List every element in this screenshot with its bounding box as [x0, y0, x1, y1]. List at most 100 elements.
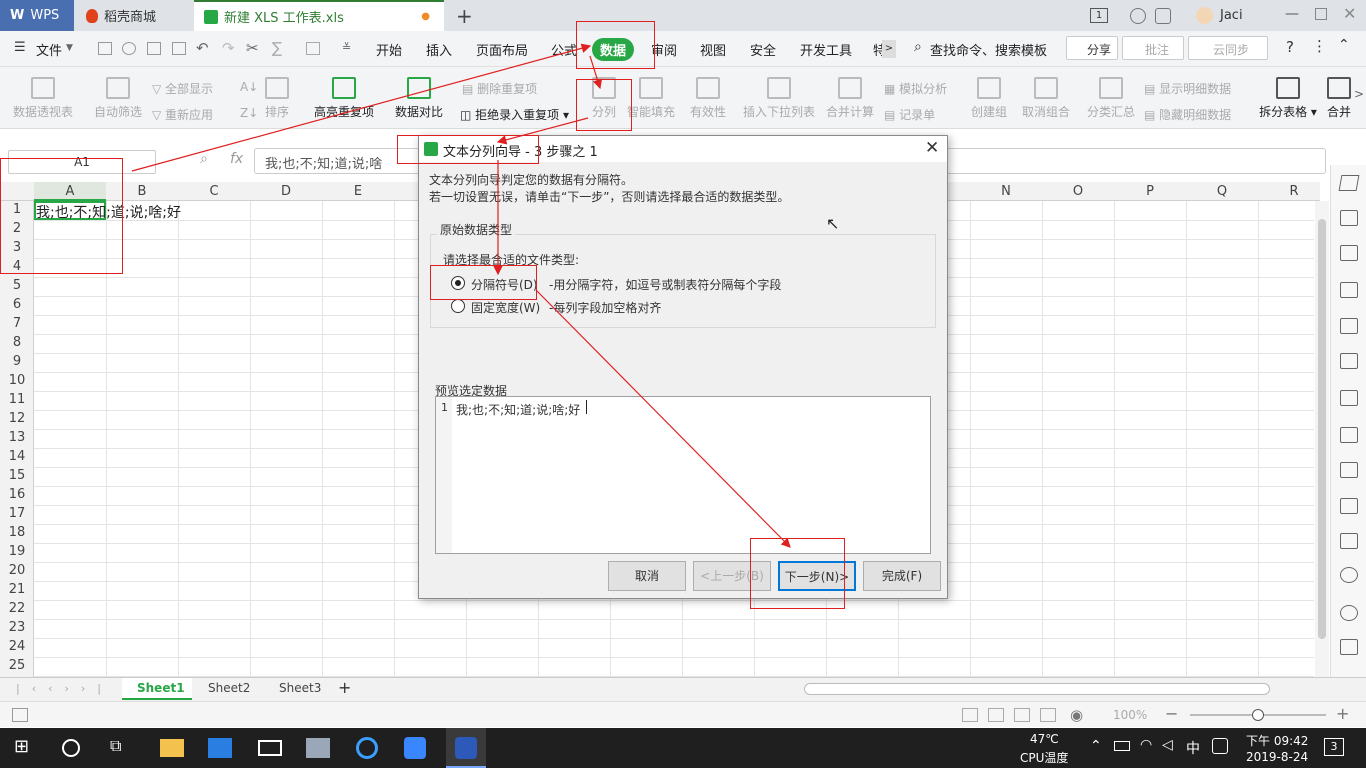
- dialog-close-icon[interactable]: ✕: [925, 138, 939, 158]
- col-header-n[interactable]: N: [970, 184, 1042, 199]
- smartfill-button[interactable]: 智能填充: [626, 77, 676, 120]
- col-header-a[interactable]: A: [34, 184, 106, 199]
- menu-formula[interactable]: 公式: [551, 40, 577, 59]
- page-count-badge[interactable]: 1: [1090, 8, 1108, 23]
- network-app-icon[interactable]: [306, 738, 330, 758]
- sort-desc-icon[interactable]: Z↓: [240, 106, 258, 120]
- tab-wps[interactable]: W WPS: [0, 0, 74, 31]
- row-header[interactable]: 15: [0, 468, 34, 483]
- row-header[interactable]: 5: [0, 278, 34, 293]
- sheet-tab-3[interactable]: Sheet3: [279, 681, 321, 695]
- collapse-ribbon-icon[interactable]: ⌃: [1338, 37, 1350, 53]
- reapply-button[interactable]: ▽ 重新应用: [152, 106, 213, 123]
- sort-button[interactable]: 排序: [262, 77, 292, 120]
- battery-icon[interactable]: [1114, 741, 1130, 751]
- consolidate-button[interactable]: 合并计算: [824, 77, 876, 120]
- row-header[interactable]: 25: [0, 658, 34, 673]
- chart-icon[interactable]: [1340, 390, 1358, 406]
- add-sheet-button[interactable]: +: [338, 678, 351, 697]
- archive-icon[interactable]: [1340, 498, 1358, 514]
- tab-document[interactable]: 新建 XLS 工作表.xls ●: [194, 0, 444, 31]
- col-header-q[interactable]: Q: [1186, 184, 1258, 199]
- showall-button[interactable]: ▽ 全部显示: [152, 80, 213, 97]
- save-icon[interactable]: [98, 42, 112, 55]
- zoom-in-icon[interactable]: +: [1336, 704, 1349, 723]
- help-icon[interactable]: ?: [1286, 38, 1294, 56]
- more-quick-icon[interactable]: ≚: [342, 41, 351, 54]
- fx-icon[interactable]: fx: [230, 151, 243, 167]
- row-header[interactable]: 23: [0, 620, 34, 635]
- menu-insert[interactable]: 插入: [426, 40, 452, 59]
- menu-devtools[interactable]: 开发工具: [800, 40, 852, 59]
- preview-box[interactable]: 1 我;也;不;知;道;说;啥;好: [435, 396, 931, 554]
- next-button[interactable]: 下一步(N)>: [778, 561, 856, 591]
- notes-app-icon[interactable]: [404, 737, 426, 759]
- clock-time[interactable]: 下午 09:42: [1246, 732, 1308, 749]
- split-table-button[interactable]: 拆分表格 ▾: [1254, 77, 1322, 120]
- row-header[interactable]: 4: [0, 259, 34, 274]
- zoom-search-icon[interactable]: ⌕: [200, 151, 208, 167]
- row-header[interactable]: 14: [0, 449, 34, 464]
- windows-start-icon[interactable]: ⊞: [14, 736, 38, 760]
- redo-icon[interactable]: ↷: [222, 39, 235, 57]
- row-header[interactable]: 16: [0, 487, 34, 502]
- row-header[interactable]: 21: [0, 582, 34, 597]
- record-button[interactable]: ▤ 记录单: [884, 106, 935, 123]
- row-header[interactable]: 24: [0, 639, 34, 654]
- col-header-c[interactable]: C: [178, 184, 250, 199]
- menu-file[interactable]: 文件: [36, 40, 62, 59]
- zoom-slider-thumb[interactable]: [1252, 709, 1264, 721]
- autofilter-button[interactable]: 自动筛选: [90, 77, 146, 120]
- chevron-down-icon[interactable]: ▼: [66, 43, 73, 53]
- row-header[interactable]: 19: [0, 544, 34, 559]
- col-header-d[interactable]: D: [250, 184, 322, 199]
- vertical-scrollbar[interactable]: [1315, 201, 1329, 677]
- cell-a1[interactable]: 我;也;不;知;道;说;啥;好: [36, 202, 181, 222]
- browser-icon[interactable]: [356, 737, 378, 759]
- menu-scroll-right-icon[interactable]: >: [882, 40, 896, 58]
- print-preview-icon[interactable]: [172, 42, 186, 55]
- validity-button[interactable]: 有效性: [684, 77, 732, 120]
- zoom-level[interactable]: 100%: [1113, 708, 1147, 722]
- action-center-icon[interactable]: 3: [1324, 738, 1344, 756]
- apps-icon[interactable]: [1340, 318, 1358, 334]
- group-button[interactable]: 创建组: [968, 77, 1010, 120]
- task-view-icon[interactable]: ⧉: [110, 736, 134, 760]
- menu-review[interactable]: 审阅: [651, 40, 677, 59]
- ime-q-icon[interactable]: [1212, 738, 1228, 754]
- store-icon[interactable]: [208, 738, 232, 758]
- col-header-e[interactable]: E: [322, 184, 394, 199]
- highlight-dup-button[interactable]: 高亮重复项: [308, 77, 380, 120]
- row-header[interactable]: 1: [0, 202, 34, 217]
- row-header[interactable]: 18: [0, 525, 34, 540]
- ime-indicator[interactable]: 中: [1186, 738, 1200, 758]
- menu-security[interactable]: 安全: [750, 40, 776, 59]
- eye-protect-icon[interactable]: ◉: [1070, 706, 1083, 724]
- adjust-icon[interactable]: [1340, 353, 1358, 369]
- select-pointer-icon[interactable]: [1338, 175, 1360, 191]
- wps-taskbar-active[interactable]: [446, 728, 486, 768]
- radio-fixed-width[interactable]: [451, 299, 465, 313]
- zoom-out-icon[interactable]: −: [1165, 704, 1178, 723]
- row-header[interactable]: 6: [0, 297, 34, 312]
- fullscreen-icon[interactable]: [962, 708, 978, 722]
- close-window-icon[interactable]: ✕: [1343, 4, 1356, 23]
- vertical-scroll-thumb[interactable]: [1318, 219, 1326, 639]
- minimize-icon[interactable]: —: [1285, 6, 1299, 22]
- delete-dup-button[interactable]: ▤ 删除重复项: [462, 80, 537, 97]
- row-header[interactable]: 20: [0, 563, 34, 578]
- compare-button[interactable]: 数据对比: [388, 77, 450, 120]
- undo-icon[interactable]: ↶: [196, 39, 209, 57]
- delimited-label[interactable]: 分隔符号(D): [471, 276, 538, 293]
- row-header[interactable]: 2: [0, 221, 34, 236]
- merge-button[interactable]: 合并: [1324, 77, 1354, 120]
- volume-icon[interactable]: ◁: [1162, 737, 1173, 753]
- shirt-icon[interactable]: [1155, 8, 1171, 24]
- show-detail-button[interactable]: ▤ 显示明细数据: [1144, 80, 1231, 97]
- comment-button[interactable]: 批注: [1122, 36, 1184, 60]
- dropdown-list-button[interactable]: 插入下拉列表: [740, 77, 818, 120]
- col-header-b[interactable]: B: [106, 184, 178, 199]
- cloud-sync-button[interactable]: 云同步: [1188, 36, 1268, 60]
- col-header-o[interactable]: O: [1042, 184, 1114, 199]
- col-header-p[interactable]: P: [1114, 184, 1186, 199]
